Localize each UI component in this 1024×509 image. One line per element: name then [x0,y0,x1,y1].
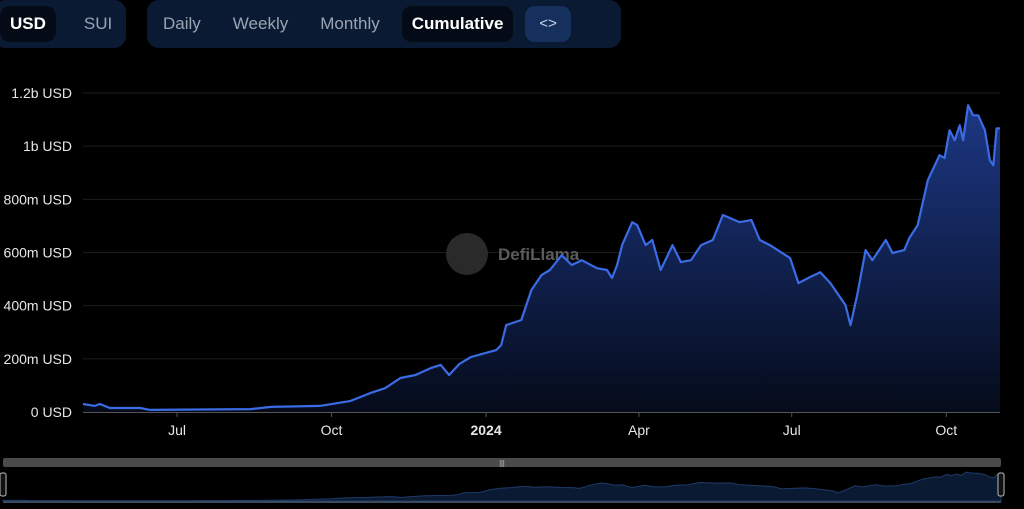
y-tick-label: 1b USD [23,138,72,154]
y-tick-label: 1.2b USD [11,85,72,101]
x-tick-label: Apr [628,422,650,438]
x-tick-label: Oct [935,422,957,438]
llama-logo-icon [446,233,488,275]
navigator-right-handle[interactable] [997,472,1005,497]
currency-toggle: USD SUI [0,0,126,48]
x-tick-label: Oct [321,422,343,438]
tab-monthly[interactable]: Monthly [310,6,390,42]
period-toggle: Daily Weekly Monthly Cumulative <> [147,0,621,48]
x-tick-label: Jul [783,422,801,438]
y-tick-label: 800m USD [4,191,72,207]
embed-code-button[interactable]: <> [525,6,571,42]
y-tick-label: 600m USD [4,245,72,261]
scrollbar-grip-icon[interactable]: ||| [499,461,505,468]
x-axis: Jul Oct 2024 Apr Jul Oct [168,412,957,438]
tab-weekly[interactable]: Weekly [223,6,298,42]
navigator[interactable]: ||| [0,458,1005,503]
x-tick-label: 2024 [470,422,501,438]
y-tick-label: 0 USD [31,404,72,420]
y-tick-label: 200m USD [4,351,72,367]
currency-sui-button[interactable]: SUI [74,6,122,42]
x-tick-label: Jul [168,422,186,438]
navigator-area [2,471,1002,502]
y-tick-label: 400m USD [4,298,72,314]
y-axis: 0 USD 200m USD 400m USD 600m USD 800m USD 1b … [4,85,72,420]
tab-cumulative[interactable]: Cumulative [401,6,514,42]
cumulative-chart: 0 USD 200m USD 400m USD 600m USD 800m USD 1b … [0,85,1005,503]
tab-daily[interactable]: Daily [153,6,211,42]
currency-usd-button[interactable]: USD [0,6,56,42]
navigator-left-handle[interactable] [0,472,7,497]
